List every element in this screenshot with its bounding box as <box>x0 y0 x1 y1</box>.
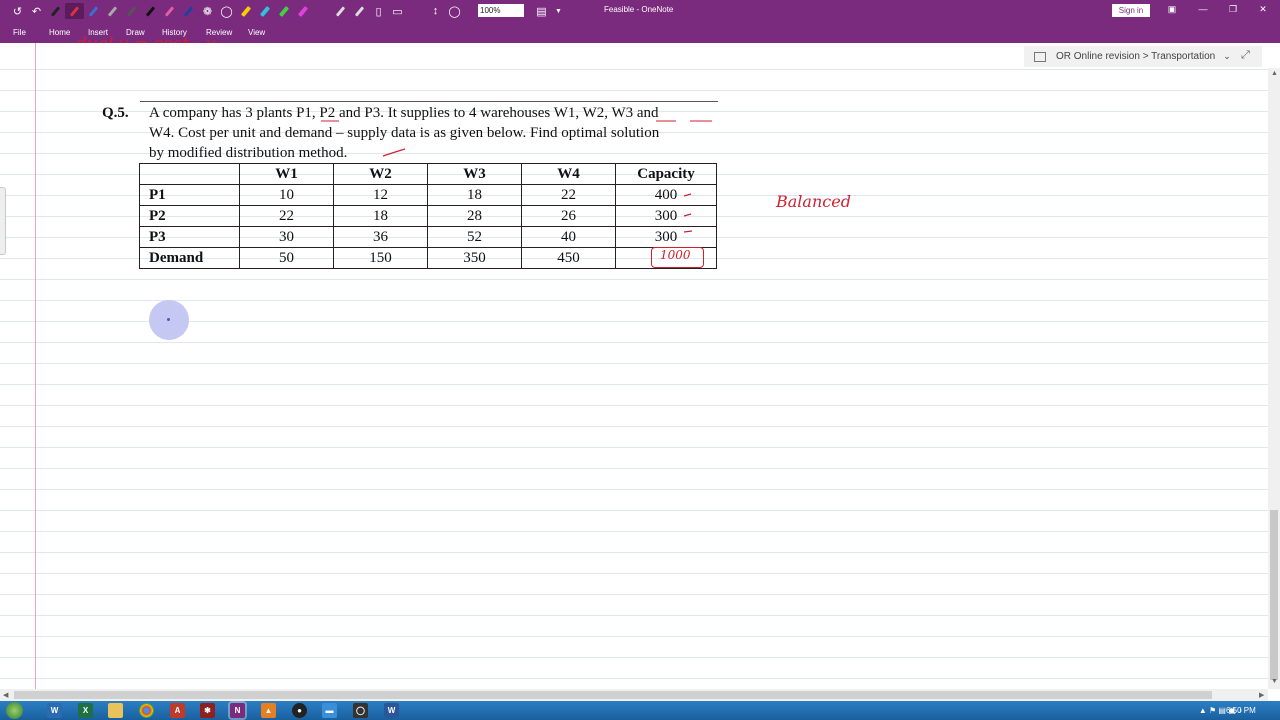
table-cell: 10 <box>239 184 334 206</box>
taskbar-app-icon[interactable]: W <box>47 703 62 718</box>
table-header-row: W1 W2 W3 W4 Capacity <box>139 163 717 185</box>
table-row: P1 10 12 18 22 400 <box>139 184 717 206</box>
table-cell: 300 <box>615 226 717 248</box>
table-cell: 22 <box>239 205 334 227</box>
row-label: Demand <box>139 247 240 269</box>
table-cell: 40 <box>521 226 616 248</box>
row-label: P1 <box>139 184 240 206</box>
obs-icon[interactable]: ● <box>292 703 307 718</box>
table-cell: 50 <box>239 247 334 269</box>
vertical-scrollbar[interactable]: ▲ ▼ <box>1268 68 1280 689</box>
table-cell: 400 <box>615 184 717 206</box>
table-cell: 28 <box>427 205 522 227</box>
table-header-cell: Capacity <box>615 163 717 185</box>
scroll-right-icon[interactable]: ▶ <box>1259 691 1264 699</box>
scroll-left-icon[interactable]: ◀ <box>3 691 8 699</box>
horizontal-scroll-thumb[interactable] <box>14 691 1212 699</box>
table-row: P2 22 18 28 26 300 <box>139 205 717 227</box>
handwritten-total: 1000 <box>660 248 691 262</box>
table-header-cell: W2 <box>333 163 428 185</box>
table-cell: 52 <box>427 226 522 248</box>
app-icon[interactable]: ✱ <box>200 703 215 718</box>
table-cell: 18 <box>333 205 428 227</box>
acrobat-icon[interactable]: A <box>170 703 185 718</box>
vertical-scroll-thumb[interactable] <box>1270 510 1278 680</box>
scroll-down-icon[interactable]: ▼ <box>1271 678 1278 685</box>
table-row: Demand 50 150 350 450 <box>139 247 717 269</box>
table-header-cell: W4 <box>521 163 616 185</box>
table-header-cell: W3 <box>427 163 522 185</box>
start-button[interactable] <box>6 702 23 719</box>
scroll-up-icon[interactable]: ▲ <box>1271 70 1278 77</box>
file-explorer-icon[interactable] <box>108 703 123 718</box>
table-cell: 300 <box>615 205 717 227</box>
vlc-icon[interactable]: ▲ <box>261 703 276 718</box>
table-cell: 30 <box>239 226 334 248</box>
table-cell: 26 <box>521 205 616 227</box>
transportation-table: W1 W2 W3 W4 Capacity P1 10 12 18 22 400 … <box>139 163 717 269</box>
taskbar: W X A ✱ N ▲ ● ▬ ◯ W ▲ ⚑ ▤ ▣ ♪ 6:50 PM <box>0 701 1280 720</box>
table-cell: 150 <box>333 247 428 269</box>
horizontal-scrollbar[interactable]: ◀ ▶ <box>0 689 1268 701</box>
table-row: P3 30 36 52 40 300 <box>139 226 717 248</box>
table-cell: 12 <box>333 184 428 206</box>
ink-strokes <box>321 120 712 233</box>
table-cell: 36 <box>333 226 428 248</box>
table-header-cell: W1 <box>239 163 334 185</box>
row-label: P3 <box>139 226 240 248</box>
table-cell: 22 <box>521 184 616 206</box>
app-icon[interactable]: ▬ <box>322 703 337 718</box>
excel-icon[interactable]: X <box>78 703 93 718</box>
pen-cursor-indicator <box>149 300 189 340</box>
clock[interactable]: 6:50 PM <box>1226 706 1256 715</box>
chrome-icon[interactable] <box>139 703 154 718</box>
onenote-icon[interactable]: N <box>230 703 245 718</box>
row-label: P2 <box>139 205 240 227</box>
table-cell: 350 <box>427 247 522 269</box>
app-icon[interactable]: ◯ <box>353 703 368 718</box>
handwritten-balanced: Balanced <box>776 192 851 211</box>
table-cell: 18 <box>427 184 522 206</box>
table-cell: 450 <box>521 247 616 269</box>
word-icon[interactable]: W <box>384 703 399 718</box>
table-header-cell <box>139 163 240 185</box>
